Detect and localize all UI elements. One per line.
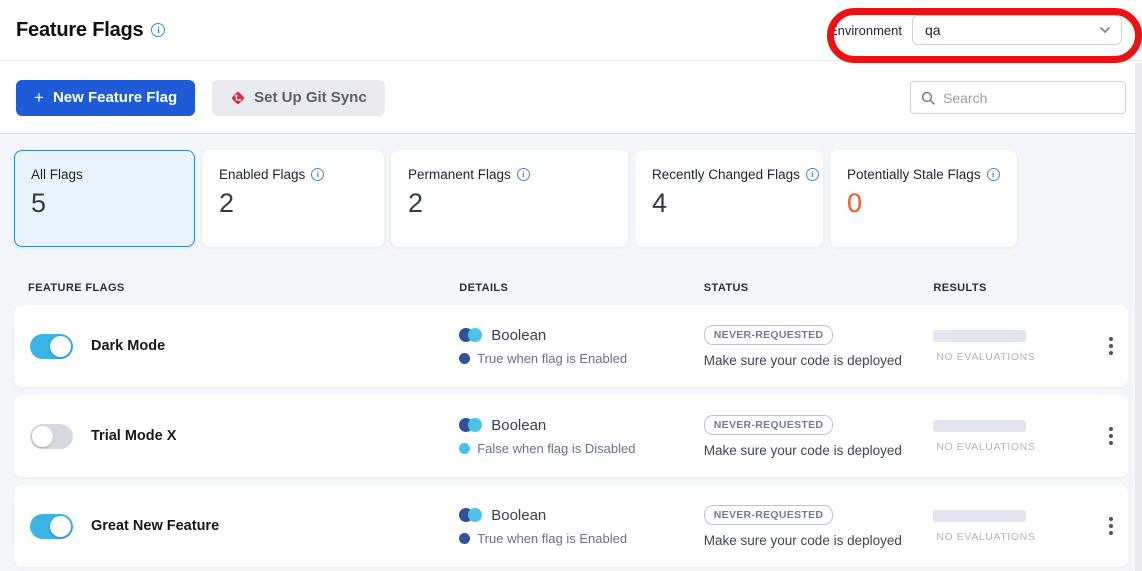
stat-value: 0	[847, 188, 1000, 219]
stat-card-enabled-flags[interactable]: Enabled Flags i 2	[202, 150, 384, 247]
boolean-type-icon	[459, 328, 482, 342]
page-header: Feature Flags i Environment qa	[0, 0, 1142, 61]
rule-dot-icon	[459, 353, 470, 364]
stat-card-potentially-stale-flags[interactable]: Potentially Stale Flags i 0	[830, 150, 1017, 247]
column-header-status: STATUS	[704, 282, 934, 294]
stat-label: Permanent Flags	[408, 167, 511, 182]
search-input[interactable]	[943, 90, 1115, 106]
git-sync-button[interactable]: Set Up Git Sync	[212, 80, 385, 116]
status-badge: NEVER-REQUESTED	[704, 505, 834, 525]
flag-rule: True when flag is Enabled	[477, 531, 627, 546]
title-info-icon[interactable]: i	[151, 23, 165, 37]
environment-select[interactable]: qa	[912, 15, 1122, 45]
info-icon[interactable]: i	[517, 168, 530, 181]
scrollbar-gutter	[1135, 63, 1142, 571]
environment-picker: Environment qa	[829, 15, 1122, 45]
flag-name-link[interactable]: Dark Mode	[91, 338, 165, 354]
boolean-type-icon	[459, 418, 482, 432]
flag-rule: True when flag is Enabled	[477, 351, 627, 366]
environment-value: qa	[925, 22, 941, 38]
column-header-details: DETAILS	[459, 282, 704, 294]
content-area: All Flags 5 Enabled Flags i 2 Permanent …	[0, 135, 1142, 571]
row-menu-button[interactable]	[1103, 421, 1119, 451]
flag-toggle[interactable]	[30, 514, 73, 539]
stat-label: Enabled Flags	[219, 167, 305, 182]
flag-type: Boolean	[491, 507, 546, 524]
stat-value: 5	[31, 188, 178, 219]
results-bar	[933, 420, 1026, 432]
stats-row: All Flags 5 Enabled Flags i 2 Permanent …	[14, 150, 1128, 247]
status-text: Make sure your code is deployed	[704, 443, 902, 458]
flag-type: Boolean	[491, 327, 546, 344]
chevron-down-icon	[1099, 24, 1111, 36]
table-row: Great New Feature Boolean True when flag…	[14, 485, 1128, 567]
column-header-feature-flags: FEATURE FLAGS	[14, 282, 459, 294]
status-text: Make sure your code is deployed	[704, 353, 902, 368]
flag-name-link[interactable]: Great New Feature	[91, 518, 219, 534]
results-bar	[933, 510, 1026, 522]
results-text: NO EVALUATIONS	[933, 531, 1035, 543]
stat-value: 4	[652, 188, 806, 219]
results-bar	[933, 330, 1026, 342]
stat-label: Potentially Stale Flags	[847, 167, 981, 182]
page-title: Feature Flags	[16, 19, 143, 42]
stat-label: All Flags	[31, 167, 83, 182]
environment-label: Environment	[829, 23, 902, 38]
stat-card-permanent-flags[interactable]: Permanent Flags i 2	[391, 150, 628, 247]
status-badge: NEVER-REQUESTED	[704, 415, 834, 435]
info-icon[interactable]: i	[311, 168, 324, 181]
row-menu-button[interactable]	[1103, 511, 1119, 541]
table-row: Trial Mode X Boolean False when flag is …	[14, 395, 1128, 477]
new-feature-flag-button[interactable]: + New Feature Flag	[16, 80, 195, 116]
flag-name-link[interactable]: Trial Mode X	[91, 428, 176, 444]
flag-type: Boolean	[491, 417, 546, 434]
table-column-headers: FEATURE FLAGS DETAILS STATUS RESULTS	[14, 270, 1128, 305]
flag-rule: False when flag is Disabled	[477, 441, 635, 456]
column-header-results: RESULTS	[933, 282, 1093, 294]
rule-dot-icon	[459, 443, 470, 454]
stat-value: 2	[219, 188, 367, 219]
git-sync-label: Set Up Git Sync	[254, 89, 367, 106]
results-text: NO EVALUATIONS	[933, 351, 1035, 363]
results-text: NO EVALUATIONS	[933, 441, 1035, 453]
toolbar: + New Feature Flag Set Up Git Sync	[0, 62, 1142, 134]
stat-card-all-flags[interactable]: All Flags 5	[14, 150, 195, 247]
search-icon	[921, 91, 935, 105]
search-box	[910, 81, 1126, 114]
info-icon[interactable]: i	[987, 168, 1000, 181]
rule-dot-icon	[459, 533, 470, 544]
flag-toggle[interactable]	[30, 334, 73, 359]
row-menu-button[interactable]	[1103, 331, 1119, 361]
git-icon	[230, 90, 246, 106]
table-row: Dark Mode Boolean True when flag is Enab…	[14, 305, 1128, 387]
stat-card-recently-changed-flags[interactable]: Recently Changed Flags i 4	[635, 150, 823, 247]
stat-label: Recently Changed Flags	[652, 167, 800, 182]
new-feature-flag-label: New Feature Flag	[53, 89, 177, 106]
status-badge: NEVER-REQUESTED	[704, 325, 834, 345]
stat-value: 2	[408, 188, 611, 219]
plus-icon: +	[34, 88, 44, 108]
info-icon[interactable]: i	[806, 168, 819, 181]
flag-toggle[interactable]	[30, 424, 73, 449]
status-text: Make sure your code is deployed	[704, 533, 902, 548]
boolean-type-icon	[459, 508, 482, 522]
